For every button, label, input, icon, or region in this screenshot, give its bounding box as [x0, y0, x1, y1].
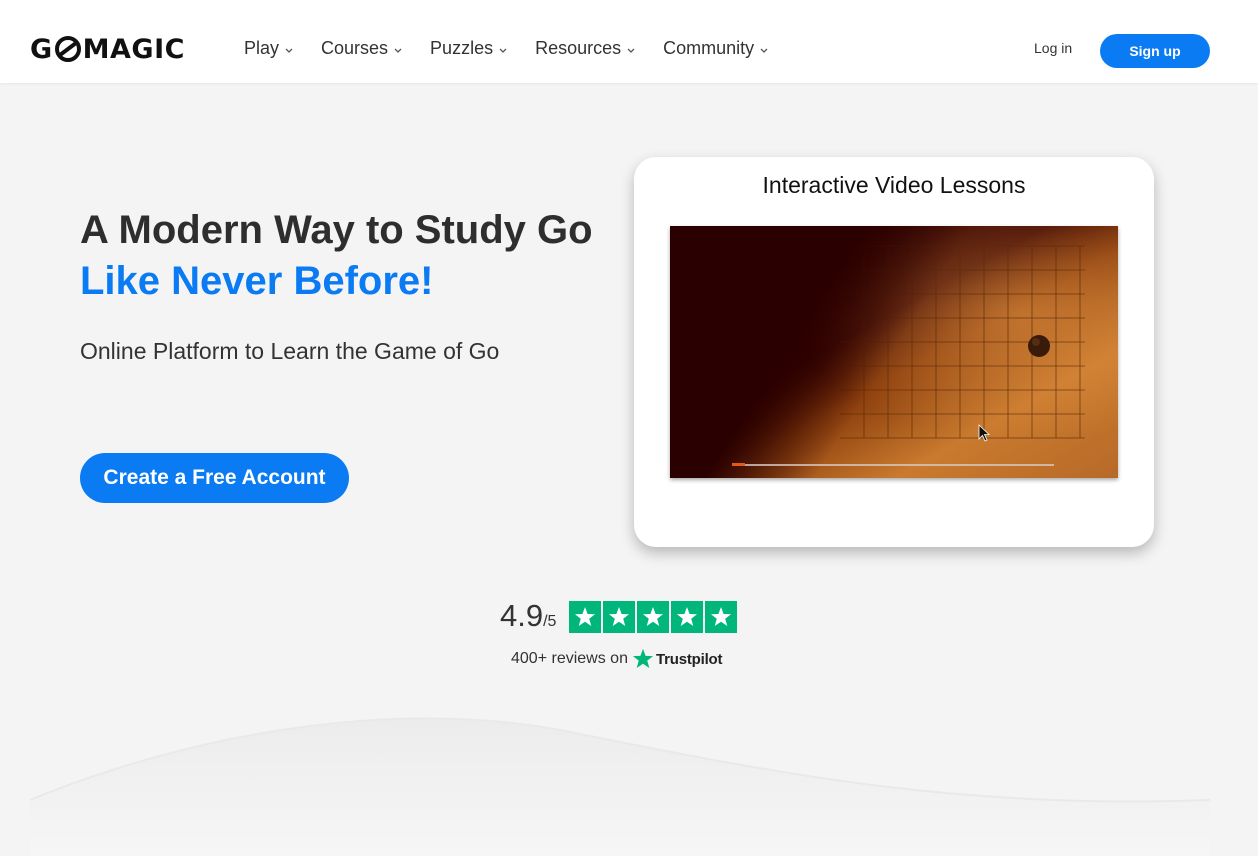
star-icon — [705, 601, 737, 633]
star-icon — [603, 601, 635, 633]
star-icon — [671, 601, 703, 633]
lesson-video-player[interactable] — [670, 226, 1118, 478]
trustpilot-stars — [569, 601, 737, 633]
create-account-button[interactable]: Create a Free Account — [80, 453, 349, 503]
nav-item-play[interactable]: Play — [244, 38, 294, 59]
hero-title-line2: Like Never Before! — [80, 259, 434, 303]
video-frame — [670, 226, 1118, 478]
nav-label: Community — [663, 38, 755, 58]
hero-title: A Modern Way to Study Go Like Never Befo… — [80, 205, 593, 307]
nav-label: Resources — [535, 38, 622, 58]
nav-label: Puzzles — [430, 38, 494, 58]
go-stone — [1028, 335, 1050, 357]
chevron-down-icon — [760, 48, 768, 53]
main-nav: Play Courses Puzzles Resources Community — [244, 38, 796, 59]
rating-value: 4.9 — [500, 598, 544, 633]
rating-score: 4.9/5 — [500, 598, 556, 634]
card-title: Interactive Video Lessons — [762, 172, 1026, 198]
video-progress-track[interactable] — [732, 464, 1054, 466]
star-icon — [569, 601, 601, 633]
nav-label: Courses — [321, 38, 389, 58]
decorative-wave — [29, 717, 1211, 856]
chevron-down-icon — [394, 48, 402, 53]
hero-subtitle: Online Platform to Learn the Game of Go — [80, 338, 500, 364]
signup-button[interactable]: Sign up — [1100, 34, 1210, 68]
logo-text-right: MAGIC — [82, 33, 185, 65]
nav-item-puzzles[interactable]: Puzzles — [430, 38, 508, 59]
site-header: G MAGIC Play Courses Puzzles Resources C… — [0, 0, 1258, 83]
go-stone-logo-icon — [54, 36, 81, 62]
chevron-down-icon — [285, 48, 293, 53]
nav-item-resources[interactable]: Resources — [535, 38, 636, 59]
rating-denominator: /5 — [543, 613, 557, 630]
hero-title-line1: A Modern Way to Study Go — [80, 208, 593, 252]
nav-item-courses[interactable]: Courses — [321, 38, 403, 59]
logo-text-left: G — [30, 33, 53, 65]
login-link[interactable]: Log in — [1034, 40, 1072, 56]
page: G MAGIC Play Courses Puzzles Resources C… — [0, 0, 1258, 856]
video-lessons-card: Interactive Video Lessons — [634, 157, 1154, 547]
nav-item-community[interactable]: Community — [663, 38, 769, 59]
chevron-down-icon — [499, 48, 507, 53]
chevron-down-icon — [627, 48, 635, 53]
nav-label: Play — [244, 38, 280, 58]
gomagic-logo[interactable]: G MAGIC — [30, 33, 185, 65]
star-icon — [637, 601, 669, 633]
video-progress-fill — [732, 463, 745, 466]
